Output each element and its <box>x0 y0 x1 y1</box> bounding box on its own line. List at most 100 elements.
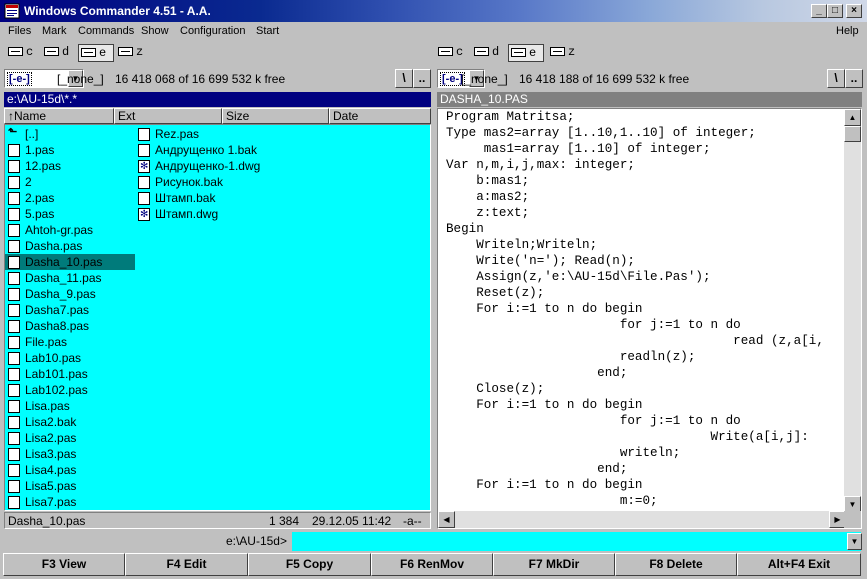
file-icon <box>8 176 20 189</box>
drawing-file-icon <box>138 159 150 175</box>
file-item[interactable]: Lisa5.pas <box>5 478 135 494</box>
file-item[interactable]: Dasha_11.pas <box>5 270 135 286</box>
right-drive-z[interactable]: z <box>548 44 580 62</box>
menu-configuration[interactable]: Configuration <box>180 25 245 37</box>
file-item[interactable]: Андрущенко 1.bak <box>135 142 265 158</box>
file-name: Dasha8.pas <box>25 319 90 333</box>
left-root-button[interactable]: \ <box>395 69 413 88</box>
left-drive-c[interactable]: c <box>6 44 38 62</box>
file-icon <box>8 368 20 381</box>
maximize-button[interactable]: □ <box>827 4 843 18</box>
drive-icon <box>474 47 489 56</box>
right-drive-d[interactable]: d <box>472 44 504 62</box>
code-line: For i:=1 to n do begin <box>446 302 643 316</box>
left-drive-d[interactable]: d <box>42 44 74 62</box>
file-item[interactable]: Lab101.pas <box>5 366 135 382</box>
file-item[interactable]: Рисунок.bak <box>135 174 265 190</box>
file-item[interactable]: Lab102.pas <box>5 382 135 398</box>
file-item[interactable]: Dasha.pas <box>5 238 135 254</box>
f3-view-button[interactable]: F3 View <box>3 553 125 576</box>
vertical-scrollbar[interactable]: ▲ ▼ <box>844 109 861 513</box>
file-item[interactable]: Dasha_10.pas <box>5 254 135 270</box>
close-button[interactable]: × <box>846 4 862 18</box>
file-item[interactable]: Lab10.pas <box>5 350 135 366</box>
app-icon[interactable] <box>4 3 20 19</box>
file-name: 2.pas <box>25 191 55 205</box>
left-drive-z[interactable]: z <box>116 44 148 62</box>
code-line: z:text; <box>446 206 530 220</box>
file-item[interactable]: 2 <box>5 174 135 190</box>
file-item[interactable]: 5.pas <box>5 206 135 222</box>
header-date[interactable]: Date <box>329 108 431 124</box>
command-history-dropdown-icon[interactable]: ▼ <box>847 533 862 550</box>
file-item[interactable]: Ahtoh-gr.pas <box>5 222 135 238</box>
file-name: Lisa4.pas <box>25 463 77 477</box>
menu-files[interactable]: Files <box>8 25 31 37</box>
left-path-bar[interactable]: e:\AU-15d\*.* <box>4 92 431 107</box>
horizontal-scrollbar[interactable]: ◀ ▶ <box>438 511 846 528</box>
file-item[interactable]: 12.pas <box>5 158 135 174</box>
network-drive-icon <box>550 47 565 56</box>
left-file-list[interactable]: ⬑ [..] 1.pas 12.pas 2 2.pas 5.pas Ahtoh-gr.pas D… <box>4 124 431 511</box>
menu-commands[interactable]: Commands <box>78 25 134 37</box>
file-item[interactable]: Lisa2.pas <box>5 430 135 446</box>
menu-show[interactable]: Show <box>141 25 169 37</box>
menu-start[interactable]: Start <box>256 25 279 37</box>
file-item[interactable]: Dasha8.pas <box>5 318 135 334</box>
file-item[interactable]: Lisa4.pas <box>5 462 135 478</box>
scroll-up-icon[interactable]: ▲ <box>844 109 861 126</box>
minimize-button[interactable]: _ <box>811 4 827 18</box>
header-name[interactable]: ↑Name <box>4 108 114 124</box>
right-parent-button[interactable]: .. <box>845 69 863 88</box>
file-icon <box>8 336 20 349</box>
file-item[interactable]: Штамп.bak <box>135 190 265 206</box>
f4-edit-button[interactable]: F4 Edit <box>125 553 248 576</box>
file-icon <box>8 384 20 397</box>
drive-icon <box>511 48 526 57</box>
file-item[interactable]: Андрущенко-1.dwg <box>135 158 265 175</box>
quick-view-panel[interactable]: Program Matritsa; Type mas2=array [1..10,… <box>437 108 862 529</box>
f6-renmov-button[interactable]: F6 RenMov <box>371 553 493 576</box>
file-icon <box>8 256 20 269</box>
header-size[interactable]: Size <box>222 108 329 124</box>
right-drive-c[interactable]: c <box>436 44 468 62</box>
file-item[interactable]: Dasha_9.pas <box>5 286 135 302</box>
code-line: end; <box>446 366 628 380</box>
right-panel-title[interactable]: DASHA_10.PAS <box>437 92 862 107</box>
left-drive-e[interactable]: e <box>78 44 114 62</box>
alt-f4-exit-button[interactable]: Alt+F4 Exit <box>737 553 861 576</box>
right-drive-bar: c d e z <box>434 44 864 64</box>
scroll-left-icon[interactable]: ◀ <box>438 511 455 528</box>
file-item[interactable]: Rez.pas <box>135 126 265 142</box>
f5-copy-button[interactable]: F5 Copy <box>248 553 371 576</box>
code-line: Assign(z,'e:\AU-15d\File.Pas'); <box>446 270 711 284</box>
right-drive-e[interactable]: e <box>508 44 544 62</box>
file-icon <box>8 160 20 173</box>
file-icon <box>8 416 20 429</box>
file-item[interactable]: File.pas <box>5 334 135 350</box>
file-icon <box>138 144 150 157</box>
file-icon <box>8 144 20 157</box>
file-icon <box>8 240 20 253</box>
code-line: Close(z); <box>446 382 545 396</box>
right-root-button[interactable]: \ <box>827 69 845 88</box>
code-line: writeln; <box>446 446 681 460</box>
menu-help[interactable]: Help <box>836 25 859 37</box>
file-item[interactable]: Lisa7.pas <box>5 494 135 510</box>
scroll-thumb[interactable] <box>844 126 861 142</box>
header-ext[interactable]: Ext <box>114 108 222 124</box>
menu-mark[interactable]: Mark <box>42 25 66 37</box>
file-item[interactable]: Lisa.pas <box>5 398 135 414</box>
command-line-input[interactable] <box>292 532 861 551</box>
file-item[interactable]: Штамп.dwg <box>135 206 265 223</box>
file-item[interactable]: ⬑ [..] <box>5 126 135 142</box>
file-item[interactable]: Dasha7.pas <box>5 302 135 318</box>
f7-mkdir-button[interactable]: F7 MkDir <box>493 553 615 576</box>
title-bar[interactable]: Windows Commander 4.51 - A.A. _ □ × <box>0 0 867 22</box>
file-item[interactable]: Lisa3.pas <box>5 446 135 462</box>
f8-delete-button[interactable]: F8 Delete <box>615 553 737 576</box>
file-item[interactable]: Lisa2.bak <box>5 414 135 430</box>
file-item[interactable]: 2.pas <box>5 190 135 206</box>
left-parent-button[interactable]: .. <box>413 69 431 88</box>
file-item[interactable]: 1.pas <box>5 142 135 158</box>
